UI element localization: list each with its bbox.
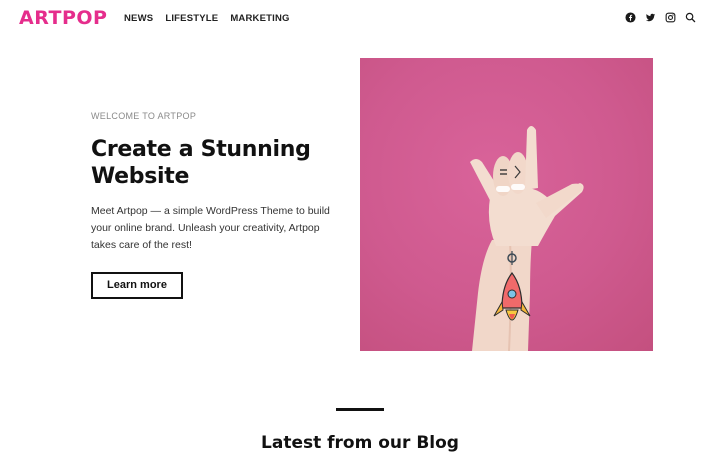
twitter-icon[interactable] bbox=[645, 12, 656, 23]
nav-link-marketing[interactable]: MARKETING bbox=[230, 13, 289, 25]
learn-more-button[interactable]: Learn more bbox=[91, 272, 183, 299]
hero-title: Create a Stunning Website bbox=[91, 137, 311, 189]
section-divider bbox=[336, 408, 384, 411]
blog-section-title: Latest from our Blog bbox=[261, 433, 459, 453]
site-logo[interactable]: ARTPOP bbox=[19, 7, 107, 29]
rock-hand-illustration bbox=[470, 126, 584, 351]
hero-text: WELCOME TO ARTPOP Create a Stunning Webs… bbox=[91, 110, 341, 299]
site-header: ARTPOP NEWS LIFESTYLE MARKETING bbox=[0, 0, 720, 40]
hero-description: Meet Artpop — a simple WordPress Theme t… bbox=[91, 205, 330, 251]
nav-link-lifestyle[interactable]: LIFESTYLE bbox=[165, 13, 218, 25]
hero-image bbox=[360, 58, 653, 351]
search-icon[interactable] bbox=[685, 12, 696, 23]
nav-link-news[interactable]: NEWS bbox=[124, 13, 153, 25]
header-icons bbox=[625, 12, 696, 23]
hero-eyebrow: WELCOME TO ARTPOP bbox=[91, 111, 197, 121]
instagram-icon[interactable] bbox=[665, 12, 676, 23]
main-nav: NEWS LIFESTYLE MARKETING bbox=[124, 13, 290, 25]
facebook-icon[interactable] bbox=[625, 12, 636, 23]
